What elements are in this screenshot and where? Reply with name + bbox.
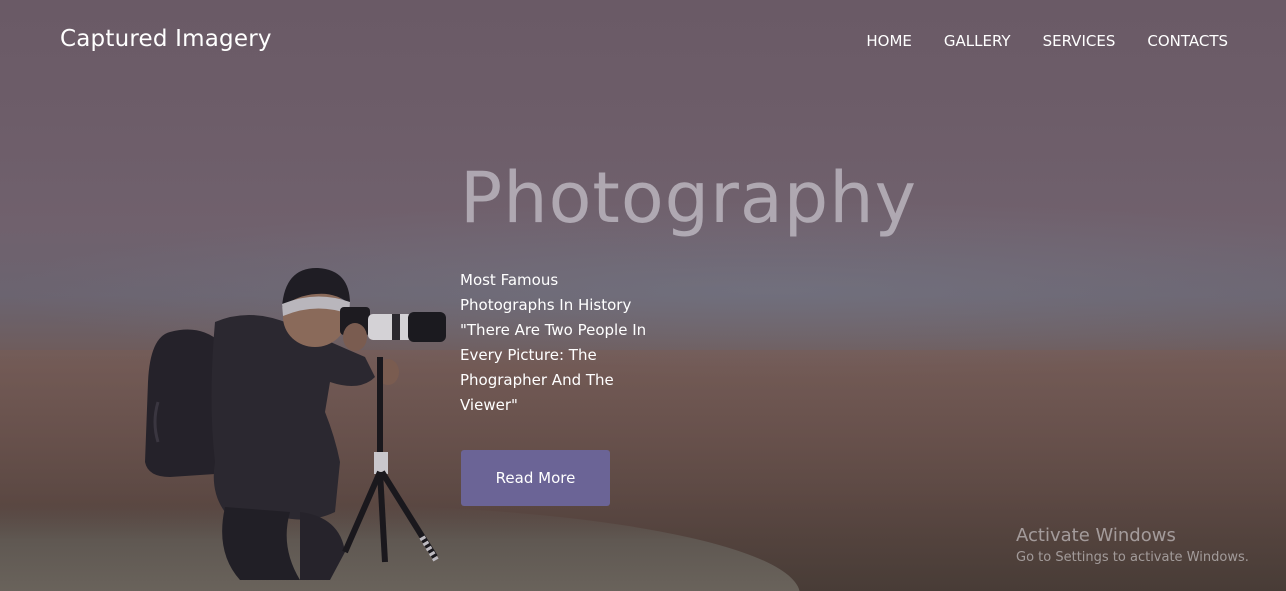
photographer-image — [145, 267, 446, 580]
quote-line: "There Are Two People In — [460, 321, 647, 339]
hero-headline: Photography — [460, 157, 918, 239]
site-logo[interactable]: Captured Imagery — [60, 26, 272, 52]
nav-home[interactable]: HOME — [866, 32, 912, 50]
nav-contacts[interactable]: CONTACTS — [1147, 32, 1228, 50]
quote-line: Photographs In History — [460, 296, 632, 314]
windows-activation-watermark: Activate Windows Go to Settings to activ… — [1016, 524, 1249, 568]
read-more-button[interactable]: Read More — [461, 450, 610, 506]
nav-gallery[interactable]: GALLERY — [944, 32, 1011, 50]
quote-line: Phographer And The — [460, 371, 614, 389]
watermark-subtitle: Go to Settings to activate Windows. — [1016, 550, 1249, 565]
nav-services[interactable]: SERVICES — [1043, 32, 1116, 50]
watermark-title: Activate Windows — [1016, 525, 1176, 546]
quote-line: Every Picture: The — [460, 346, 597, 364]
main-nav: HOME GALLERY SERVICES CONTACTS — [866, 32, 1228, 50]
quote-line: Most Famous — [460, 271, 559, 289]
quote-line: Viewer" — [460, 396, 518, 414]
hero-quote: Most Famous Photographs In History "Ther… — [460, 268, 665, 418]
